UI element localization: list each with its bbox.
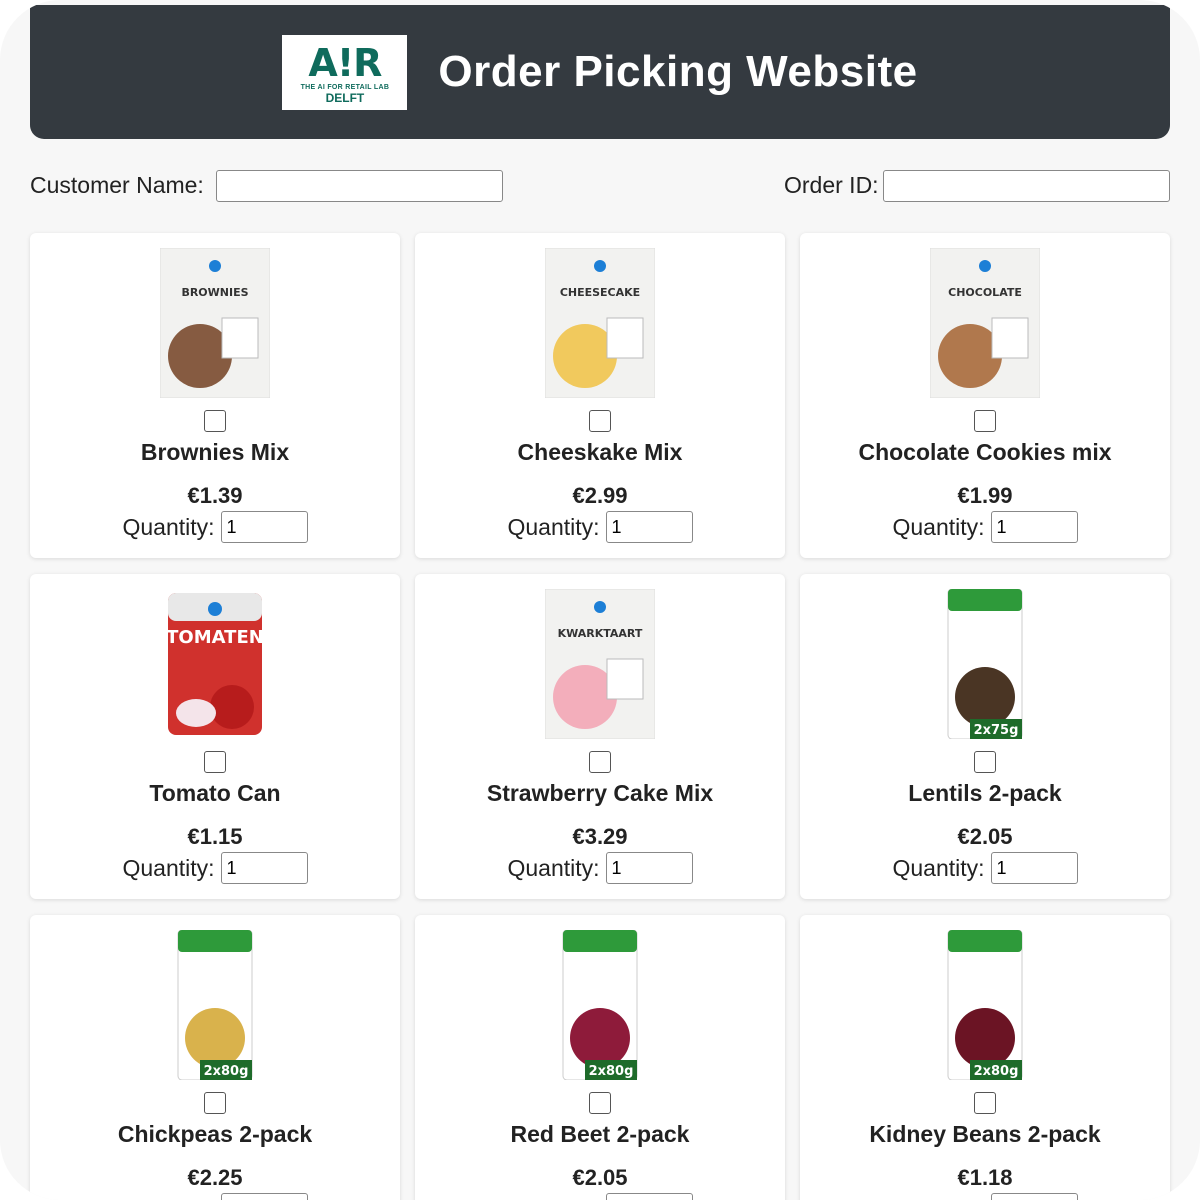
logo-mark: A!R <box>308 40 382 85</box>
quantity-input[interactable] <box>605 511 693 543</box>
pick-checkbox[interactable] <box>974 1092 996 1114</box>
product-price: €2.05 <box>957 824 1013 849</box>
product-price: €1.15 <box>187 824 243 849</box>
pack-label: CHEESECAKE <box>560 286 640 299</box>
pack-weight-label: 2x80g <box>974 1064 1019 1079</box>
quantity-input[interactable] <box>605 852 693 884</box>
page-title: Order Picking Website <box>438 47 918 96</box>
quantity-row: Quantity: <box>415 852 785 884</box>
quantity-row: Quantity: <box>415 511 785 543</box>
quantity-input[interactable] <box>990 852 1078 884</box>
product-price: €1.18 <box>957 1165 1013 1190</box>
product-price: €1.39 <box>187 483 243 508</box>
product-price: €2.05 <box>572 1165 628 1190</box>
quantity-row: Quantity: <box>30 852 400 884</box>
pick-checkbox[interactable] <box>974 751 996 773</box>
quantity-label: Quantity: <box>507 854 600 881</box>
quantity-input[interactable] <box>220 852 308 884</box>
product-price: €2.25 <box>187 1165 243 1190</box>
product-card: 2x80g Kidney Beans 2-pack €1.18 Quantity: <box>800 915 1170 1200</box>
quantity-label: Quantity: <box>507 513 600 540</box>
quantity-label: Quantity: <box>892 513 985 540</box>
quantity-row: Quantity: <box>800 852 1170 884</box>
kidney-beans-pack-image: 2x80g <box>947 930 1023 1080</box>
quantity-row: Quantity: <box>30 511 400 543</box>
pack-label: KWARKTAART <box>558 627 643 640</box>
strawberry-cake-box-image: KWARKTAART <box>545 589 655 739</box>
pick-checkbox[interactable] <box>974 410 996 432</box>
product-card: 2x75g Lentils 2-pack €2.05 Quantity: <box>800 574 1170 899</box>
pack-weight-label: 2x80g <box>589 1064 634 1079</box>
product-card: CHOCOLATE Chocolate Cookies mix €1.99 Quant… <box>800 233 1170 558</box>
product-card: KWARKTAART Strawberry Cake Mix €3.29 Quanti… <box>415 574 785 899</box>
tomato-can-image: TOMATEN <box>166 593 264 735</box>
product-price: €3.29 <box>572 824 628 849</box>
quantity-input[interactable] <box>220 511 308 543</box>
pick-checkbox[interactable] <box>589 410 611 432</box>
pick-checkbox[interactable] <box>589 1092 611 1114</box>
air-lab-logo: A!R THE AI FOR RETAIL LAB DELFT <box>282 34 408 110</box>
customer-name-label: Customer Name: <box>30 172 204 198</box>
lentils-pack-image: 2x75g <box>947 589 1023 739</box>
product-name: Tomato Can <box>149 780 281 806</box>
pick-checkbox[interactable] <box>204 1092 226 1114</box>
order-form: Customer Name: Order ID: <box>30 170 1170 203</box>
product-price: €1.99 <box>957 483 1013 508</box>
quantity-row: Quantity: <box>800 511 1170 543</box>
brownies-box-image: BROWNIES <box>160 248 270 398</box>
product-card: 2x80g Chickpeas 2-pack €2.25 Quantity: <box>30 915 400 1200</box>
quantity-input[interactable] <box>990 511 1078 543</box>
product-name: Kidney Beans 2-pack <box>869 1121 1101 1147</box>
quantity-input[interactable] <box>990 1193 1078 1200</box>
pack-weight-label: 2x75g <box>974 723 1019 738</box>
product-card: CHEESECAKE Cheeskake Mix €2.99 Quantity: <box>415 233 785 558</box>
customer-name-input[interactable] <box>216 170 503 202</box>
site-header: A!R THE AI FOR RETAIL LAB DELFT Order Pi… <box>30 5 1170 139</box>
red-beet-pack-image: 2x80g <box>562 930 638 1080</box>
product-name: Brownies Mix <box>140 439 290 465</box>
product-card: TOMATEN Tomato Can €1.15 Quantity: <box>30 574 400 899</box>
pack-label: TOMATEN <box>166 627 264 648</box>
quantity-label: Quantity: <box>507 1196 599 1200</box>
quantity-input[interactable] <box>220 1193 308 1200</box>
product-name: Chickpeas 2-pack <box>117 1121 313 1147</box>
quantity-row: Quantity: <box>800 1193 1170 1200</box>
page-frame: A!R THE AI FOR RETAIL LAB DELFT Order Pi… <box>0 0 1200 1200</box>
product-card: 2x80g Red Beet 2-pack €2.05 Quantity: <box>415 915 785 1200</box>
quantity-label: Quantity: <box>122 854 215 881</box>
cheesecake-box-image: CHEESECAKE <box>545 248 655 398</box>
chickpeas-pack-image: 2x80g <box>177 930 253 1080</box>
order-id-input[interactable] <box>883 170 1170 202</box>
product-name: Cheeskake Mix <box>517 439 683 465</box>
product-card: BROWNIES Brownies Mix €1.39 Quantity: <box>30 233 400 558</box>
quantity-row: Quantity: <box>415 1193 785 1200</box>
product-name: Chocolate Cookies mix <box>858 439 1112 465</box>
quantity-label: Quantity: <box>892 1196 984 1200</box>
pack-weight-label: 2x80g <box>204 1064 249 1079</box>
logo-city: DELFT <box>325 90 365 105</box>
cookies-box-image: CHOCOLATE <box>930 248 1040 398</box>
pack-label: BROWNIES <box>181 286 248 299</box>
quantity-label: Quantity: <box>122 513 215 540</box>
quantity-label: Quantity: <box>122 1196 214 1200</box>
pick-checkbox[interactable] <box>589 751 611 773</box>
product-name: Red Beet 2-pack <box>510 1121 690 1147</box>
order-id-label: Order ID: <box>784 172 879 198</box>
pick-checkbox[interactable] <box>204 751 226 773</box>
quantity-label: Quantity: <box>892 854 985 881</box>
pack-label: CHOCOLATE <box>948 286 1022 299</box>
quantity-input[interactable] <box>605 1193 693 1200</box>
product-name: Strawberry Cake Mix <box>486 780 714 806</box>
product-price: €2.99 <box>572 483 628 508</box>
quantity-row: Quantity: <box>30 1193 400 1200</box>
product-name: Lentils 2-pack <box>908 780 1062 806</box>
pick-checkbox[interactable] <box>204 410 226 432</box>
